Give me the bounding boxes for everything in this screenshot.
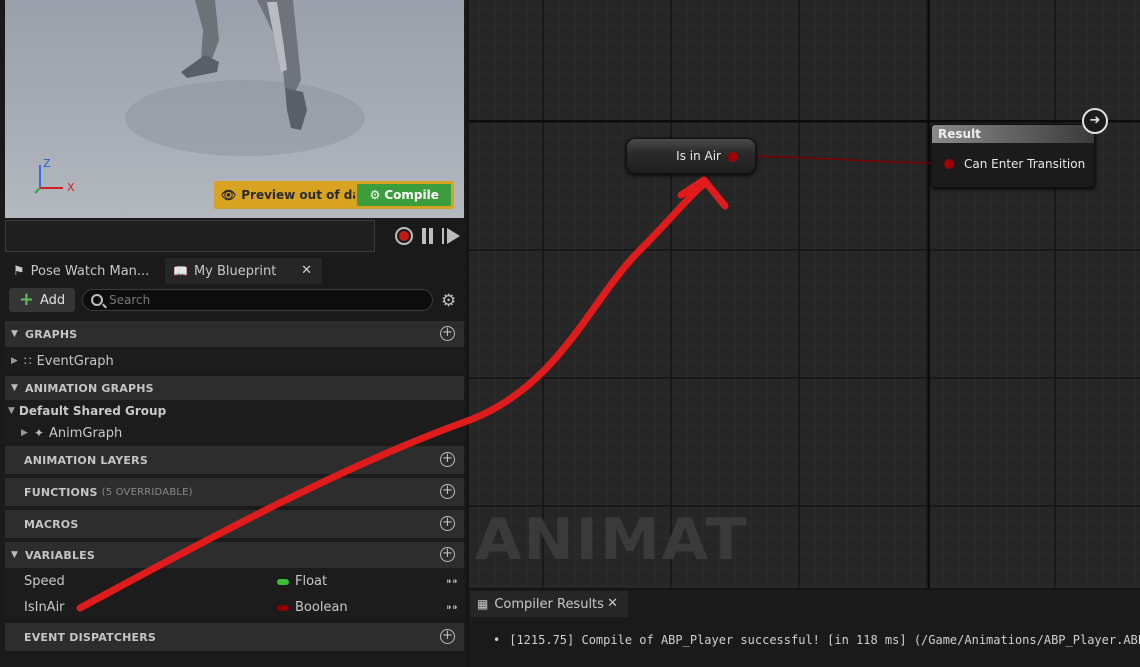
tree-item-eventgraph[interactable]: ▶ ∷ EventGraph <box>5 349 464 373</box>
add-button[interactable]: + Add <box>9 288 75 312</box>
animation-watermark: ANIMAT <box>475 506 749 574</box>
record-button[interactable] <box>395 227 413 245</box>
node-result-title: Result <box>932 125 1094 143</box>
play-bar-icon <box>442 228 444 244</box>
preview-viewport[interactable]: Z X 👁 Preview out of date ⚙ Compile <box>5 0 464 218</box>
visibility-eye-icon[interactable]: ⁍⁍ <box>446 575 458 589</box>
section-graphs[interactable]: ▼ GRAPHS + <box>5 321 464 347</box>
unreal-editor-window: Z X 👁 Preview out of date ⚙ Compile ⚑ <box>0 0 1140 667</box>
add-dispatcher-icon[interactable]: + <box>440 629 455 644</box>
axis-z-label: Z <box>43 157 51 170</box>
search-icon <box>91 294 103 306</box>
tab-compiler-results[interactable]: ▦ Compiler Results ✕ <box>470 591 628 617</box>
chevron-down-icon: ▼ <box>11 383 19 393</box>
visibility-eye-icon[interactable]: ⁍⁍ <box>446 601 458 615</box>
my-blueprint-toolbar: + Add Search ⚙ <box>5 286 464 314</box>
section-animation-layers[interactable]: ANIMATION LAYERS + <box>5 446 464 474</box>
variable-type[interactable]: Boolean <box>277 600 348 615</box>
plus-icon: + <box>18 289 34 310</box>
variable-type[interactable]: Float <box>277 574 327 589</box>
panel-tabs: ⚑ Pose Watch Man... 📖 My Blueprint ✕ <box>5 258 464 284</box>
book-icon: 📖 <box>173 264 188 278</box>
graph-icon: ∷ <box>23 354 32 368</box>
console-icon: ▦ <box>477 597 489 611</box>
tree-item-default-shared-group[interactable]: ▼ Default Shared Group <box>5 400 464 422</box>
axis-x-label: X <box>67 181 75 194</box>
tab-pose-watch-manager[interactable]: ⚑ Pose Watch Man... <box>5 258 165 284</box>
compile-button[interactable]: ⚙ Compile <box>357 184 451 206</box>
add-graph-icon[interactable]: + <box>440 326 455 341</box>
axis-gizmo: Z X <box>31 155 91 205</box>
section-functions[interactable]: FUNCTIONS (5 OVERRIDABLE) + <box>5 478 464 506</box>
compiler-results-panel: ▦ Compiler Results ✕ [1215.75] Compile o… <box>469 590 1140 667</box>
variable-row-isinair[interactable]: IsInAir Boolean ⁍⁍ <box>5 595 464 620</box>
running-figure-icon: ✦ <box>33 426 44 440</box>
play-button[interactable] <box>447 228 460 244</box>
left-panel: Z X 👁 Preview out of date ⚙ Compile ⚑ <box>0 0 466 667</box>
tree-item-animgraph[interactable]: ▶ ✦ AnimGraph <box>5 421 464 445</box>
chevron-down-icon: ▼ <box>11 550 19 560</box>
chevron-down-icon: ▼ <box>8 406 15 416</box>
pause-button[interactable] <box>421 228 435 244</box>
pose-watch-icon: ⚑ <box>13 263 25 279</box>
compiler-message: [1215.75] Compile of ABP_Player successf… <box>493 633 1140 647</box>
close-icon[interactable]: ✕ <box>301 263 312 278</box>
section-event-dispatchers[interactable]: EVENT DISPATCHERS + <box>5 623 464 651</box>
section-macros[interactable]: MACROS + <box>5 510 464 538</box>
section-variables[interactable]: ▼ VARIABLES + <box>5 542 464 568</box>
preview-out-of-date-label: 👁 Preview out of date <box>221 188 355 202</box>
settings-gear-icon[interactable]: ⚙ <box>441 291 456 311</box>
add-macro-icon[interactable]: + <box>440 516 455 531</box>
variable-row-speed[interactable]: Speed Float ⁍⁍ <box>5 569 464 594</box>
add-function-icon[interactable]: + <box>440 484 455 499</box>
eye-icon: 👁 <box>221 188 237 202</box>
graph-canvas[interactable]: Is in Air Result Can Enter Transition ➜ <box>469 0 1140 588</box>
add-variable-icon[interactable]: + <box>440 547 455 562</box>
node-result[interactable]: Result Can Enter Transition <box>931 124 1095 188</box>
timeline-scrubber[interactable] <box>5 220 375 252</box>
gear-icon: ⚙ <box>369 188 381 202</box>
chevron-right-icon: ▶ <box>21 428 28 438</box>
node-is-in-air[interactable]: Is in Air <box>626 138 756 174</box>
add-layer-icon[interactable]: + <box>440 452 455 467</box>
boolean-pin-icon <box>277 604 289 611</box>
lightning-bolt-icon: ➜ <box>1082 108 1108 134</box>
pin-can-enter-transition[interactable]: Can Enter Transition <box>944 157 1085 171</box>
tab-my-blueprint[interactable]: 📖 My Blueprint ✕ <box>165 258 322 284</box>
chevron-right-icon: ▶ <box>11 356 18 366</box>
close-icon[interactable]: ✕ <box>607 596 618 611</box>
output-pin-boolean[interactable] <box>728 152 738 162</box>
chevron-down-icon: ▼ <box>11 329 19 339</box>
float-pin-icon <box>277 578 289 585</box>
section-animation-graphs[interactable]: ▼ ANIMATION GRAPHS <box>5 376 464 400</box>
preview-out-of-date-bar: 👁 Preview out of date ⚙ Compile <box>214 181 454 209</box>
input-pin-boolean[interactable] <box>944 159 954 169</box>
search-input[interactable]: Search <box>82 289 433 311</box>
graph-grid <box>469 0 1140 588</box>
